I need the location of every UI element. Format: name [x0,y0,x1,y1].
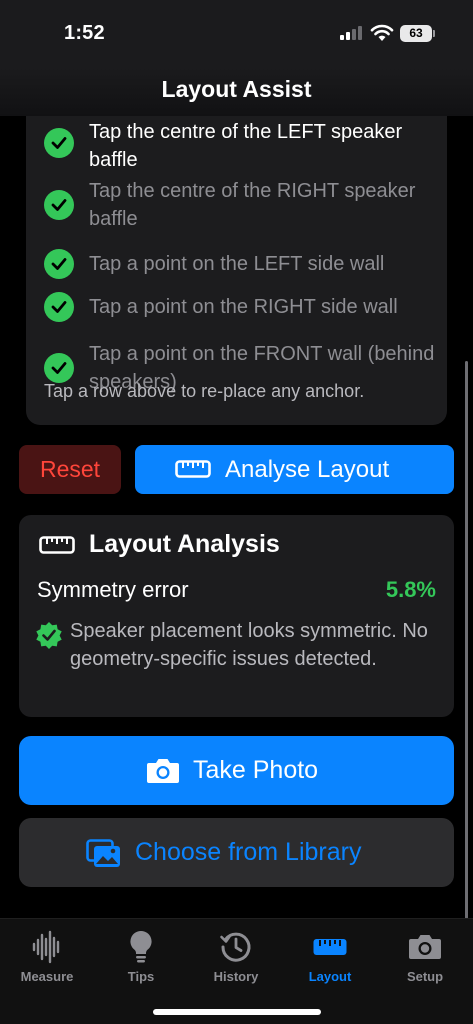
reset-button[interactable]: Reset [19,445,121,494]
tab-history[interactable]: History [189,929,283,984]
take-photo-label: Take Photo [193,756,319,784]
analysis-message: Speaker placement looks symmetric. No ge… [70,620,428,670]
analysis-title: Layout Analysis [89,530,280,558]
lightbulb-icon [130,930,152,963]
cellular-signal-icon [340,26,364,40]
tab-measure[interactable]: Measure [0,929,94,984]
camera-icon [147,759,179,783]
wifi-icon [370,24,394,41]
home-indicator[interactable] [153,1009,321,1015]
history-icon [220,932,251,962]
ruler-icon [313,939,347,955]
ruler-icon [175,460,211,478]
checkmark-icon [44,353,74,383]
waveform-icon [32,930,60,964]
photo-library-icon [86,839,120,867]
choose-from-library-button[interactable]: Choose from Library [19,818,454,887]
analyse-layout-label: Analyse Layout [225,456,390,483]
symmetry-error-value: 5.8% [385,577,436,602]
symmetry-error-label: Symmetry error [37,577,189,602]
camera-icon [409,935,441,959]
layout-analysis-card: Layout Analysis Symmetry error 5.8% Spea… [19,515,454,717]
page-title: Layout Assist [161,76,312,102]
status-time: 1:52 [64,22,105,44]
tab-setup[interactable]: Setup [378,929,472,984]
choose-from-library-label: Choose from Library [135,838,362,866]
tab-layout[interactable]: Layout [283,929,377,984]
anchor-checklist-card-continued: Tap a point on the FRONT wall (behind sp… [26,116,447,425]
anchor-hint-text: Tap a row above to re-place any anchor. [44,381,365,401]
scroll-content[interactable]: Tap the centre of the LEFT speaker baffl… [0,116,473,918]
battery-tip [433,30,435,37]
take-photo-button[interactable]: Take Photo [19,736,454,805]
scroll-indicator[interactable] [465,361,468,919]
battery-icon: 63 [400,25,432,42]
verified-badge-icon [36,622,62,649]
ruler-icon [39,536,75,554]
analyse-layout-button[interactable]: Analyse Layout [135,445,454,494]
tab-tips[interactable]: Tips [94,929,188,984]
